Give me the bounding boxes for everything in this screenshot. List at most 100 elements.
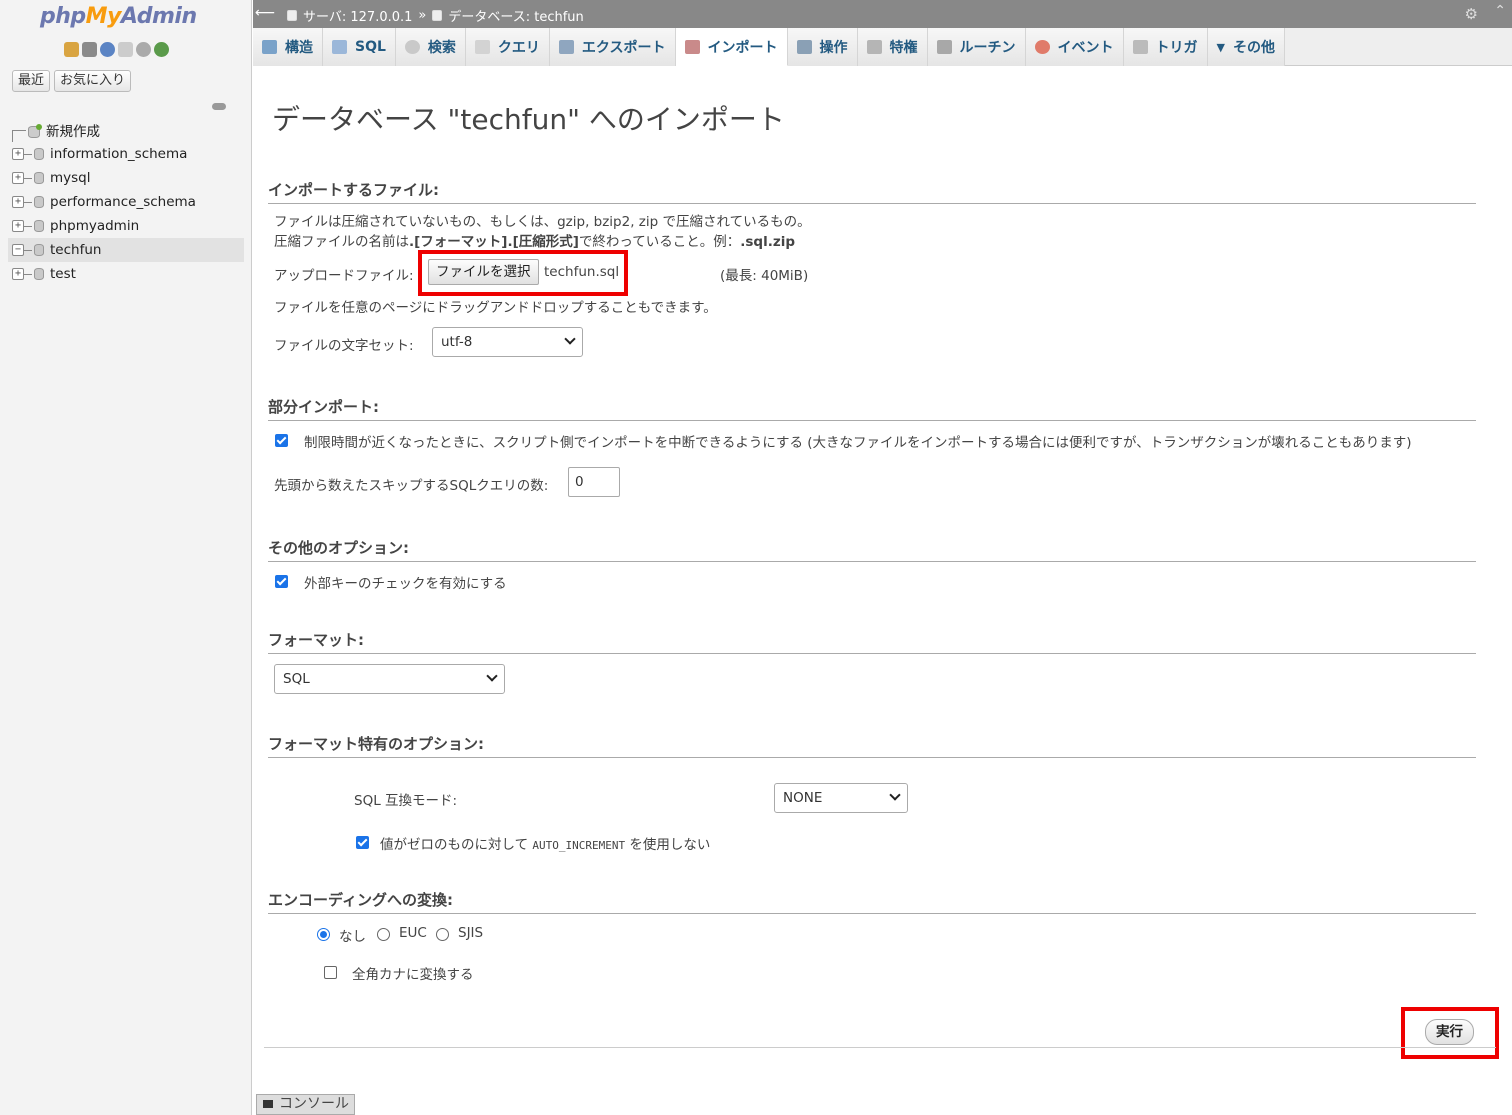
tab-more[interactable]: ▼ その他 xyxy=(1207,28,1285,66)
file-description-1: ファイルは圧縮されていないもの、もしくは、gzip, bzip2, zip で圧… xyxy=(274,214,811,230)
tab-label: トリガ xyxy=(1155,40,1198,56)
breadcrumb-server[interactable]: サーバ: 127.0.0.1 xyxy=(303,6,412,25)
tree-connector xyxy=(24,225,32,227)
logo-php: php xyxy=(40,4,86,29)
tab-import[interactable]: インポート xyxy=(675,28,788,66)
no-auto-increment-checkbox[interactable] xyxy=(356,836,369,849)
breadcrumb-separator: » xyxy=(418,8,427,23)
tree-connector xyxy=(24,273,32,275)
phpmyadmin-logo[interactable]: phpMyAdmin xyxy=(40,4,197,29)
help-icon[interactable] xyxy=(100,42,115,57)
tree-item-label: performance_schema xyxy=(50,194,196,210)
database-tree: 新規作成 + information_schema + mysql + perf… xyxy=(8,118,244,286)
no-auto-increment-label: 値がゼロのものに対して AUTO_INCREMENT を使用しない xyxy=(380,833,710,853)
section-title-file: インポートするファイル: xyxy=(268,179,1476,204)
breadcrumb-database[interactable]: データベース: techfun xyxy=(448,6,583,25)
tab-label: ルーチン xyxy=(959,40,1016,56)
encoding-radio-sjis[interactable] xyxy=(436,928,449,941)
file-description-2: 圧縮ファイルの名前は.[フォーマット].[圧縮形式]で終わっていること。例：.s… xyxy=(274,230,795,250)
console-icon xyxy=(263,1100,273,1108)
charset-select[interactable]: utf-8 xyxy=(432,327,583,357)
logout-icon[interactable] xyxy=(82,42,97,57)
encoding-radio-none[interactable] xyxy=(317,928,330,941)
skip-queries-label: 先頭から数えたスキップするSQLクエリの数: xyxy=(274,478,549,494)
foreign-key-checkbox[interactable] xyxy=(275,575,288,588)
tree-item-new[interactable]: 新規作成 xyxy=(8,118,244,142)
tree-item-test[interactable]: + test xyxy=(8,262,244,286)
tab-label: 特権 xyxy=(889,40,918,56)
tab-privileges[interactable]: 特権 xyxy=(857,28,928,66)
desc-example: .sql.zip xyxy=(740,234,795,250)
database-icon xyxy=(34,268,44,280)
gear-icon[interactable]: ⚙ xyxy=(1465,5,1478,23)
compat-value: NONE xyxy=(783,790,823,806)
settings-icon[interactable] xyxy=(136,42,151,57)
tab-operations[interactable]: 操作 xyxy=(787,28,858,66)
allow-interrupt-label: 制限時間が近くなったときに、スクリプト側でインポートを中断できるようにする (大… xyxy=(304,435,1412,451)
home-icon[interactable] xyxy=(64,42,79,57)
allow-interrupt-checkbox[interactable] xyxy=(275,434,288,447)
tab-search[interactable]: 検索 xyxy=(395,28,466,66)
tree-item-performance-schema[interactable]: + performance_schema xyxy=(8,190,244,214)
new-database-icon xyxy=(28,124,42,138)
database-icon xyxy=(34,196,44,208)
max-size-label: (最長: 40MiB) xyxy=(720,268,809,284)
database-tabs: 構造 SQL 検索 クエリ エクスポート インポート 操作 特権 ルーチン イベ… xyxy=(253,28,1512,66)
tree-item-label: mysql xyxy=(50,170,91,186)
tree-item-label: information_schema xyxy=(50,146,188,162)
expand-icon[interactable]: + xyxy=(12,172,24,184)
recent-button[interactable]: 最近 xyxy=(12,70,51,92)
skip-queries-input[interactable]: 0 xyxy=(568,467,620,497)
format-select[interactable]: SQL xyxy=(274,664,505,694)
section-title-format-options: フォーマット特有のオプション: xyxy=(268,733,1476,758)
sql-compat-select[interactable]: NONE xyxy=(774,783,908,813)
collapse-icon[interactable]: ⌃ xyxy=(1494,3,1506,19)
caret-down-icon: ▼ xyxy=(1216,40,1225,54)
tab-label: その他 xyxy=(1232,40,1275,56)
link-chain-icon[interactable] xyxy=(212,103,226,110)
collapse-icon[interactable]: − xyxy=(12,244,24,256)
import-icon xyxy=(684,39,700,54)
tab-label: 検索 xyxy=(427,40,456,56)
tree-item-techfun[interactable]: − techfun xyxy=(8,238,244,262)
encoding-radio-euc[interactable] xyxy=(377,928,390,941)
expand-icon[interactable]: + xyxy=(12,220,24,232)
highlight-box-file xyxy=(418,250,628,296)
tab-triggers[interactable]: トリガ xyxy=(1123,28,1208,66)
tab-events[interactable]: イベント xyxy=(1025,28,1124,66)
tab-structure[interactable]: 構造 xyxy=(253,28,323,66)
upload-label: アップロードファイル: xyxy=(274,268,414,284)
tab-routines[interactable]: ルーチン xyxy=(927,28,1026,66)
tree-item-phpmyadmin[interactable]: + phpmyadmin xyxy=(8,214,244,238)
charset-value: utf-8 xyxy=(441,334,473,350)
divider xyxy=(264,1047,1496,1048)
tree-item-mysql[interactable]: + mysql xyxy=(8,166,244,190)
tree-item-label: test xyxy=(50,266,76,282)
expand-icon[interactable]: + xyxy=(12,148,24,160)
kana-convert-checkbox[interactable] xyxy=(324,966,337,979)
drag-drop-hint: ファイルを任意のページにドラッグアンドドロップすることもできます。 xyxy=(274,300,717,316)
desc-text: 圧縮ファイルの名前は xyxy=(274,234,409,250)
database-icon xyxy=(432,10,443,21)
docs-icon[interactable] xyxy=(118,42,133,57)
breadcrumb-bar: ⟵ サーバ: 127.0.0.1 » データベース: techfun ⚙ ⌃ xyxy=(253,0,1512,28)
console-label: コンソール xyxy=(279,1096,349,1112)
section-title-format: フォーマット: xyxy=(268,629,1476,654)
section-title-partial: 部分インポート: xyxy=(268,396,1476,421)
database-icon xyxy=(34,148,44,160)
tab-sql[interactable]: SQL xyxy=(323,28,396,66)
tab-label: エクスポート xyxy=(581,40,666,56)
navigation-sidebar: phpMyAdmin 最近 お気に入り 新規作成 + information_s… xyxy=(0,0,252,1115)
back-arrow-icon[interactable]: ⟵ xyxy=(255,4,275,22)
favorites-button[interactable]: お気に入り xyxy=(54,70,132,92)
tab-query[interactable]: クエリ xyxy=(465,28,550,66)
expand-icon[interactable]: + xyxy=(12,196,24,208)
tab-export[interactable]: エクスポート xyxy=(549,28,676,66)
tree-connector xyxy=(24,249,32,251)
expand-icon[interactable]: + xyxy=(12,268,24,280)
console-tab[interactable]: コンソール xyxy=(256,1094,355,1115)
tree-item-information-schema[interactable]: + information_schema xyxy=(8,142,244,166)
database-icon xyxy=(34,172,44,184)
reload-icon[interactable] xyxy=(154,42,169,57)
structure-icon xyxy=(262,40,277,54)
